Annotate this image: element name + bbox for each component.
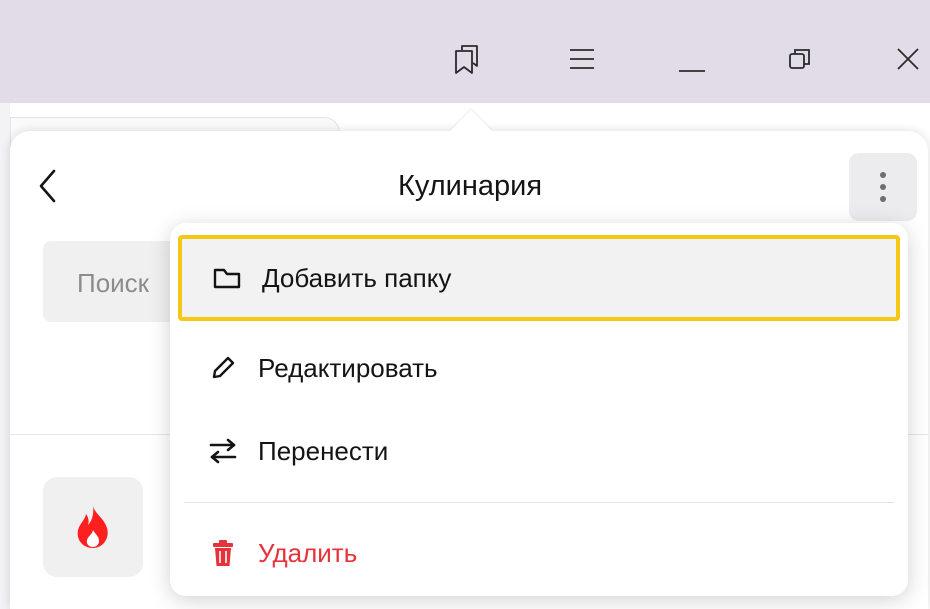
window-titlebar — [0, 0, 930, 103]
menu-item-add-folder[interactable]: Добавить папку — [178, 235, 900, 321]
page-title: Кулинария — [397, 170, 543, 202]
minimize-icon[interactable] — [672, 35, 712, 83]
menu-icon[interactable] — [562, 35, 602, 83]
fire-icon — [77, 506, 108, 548]
menu-divider — [184, 502, 894, 503]
restore-icon[interactable] — [780, 35, 820, 83]
folder-icon — [202, 266, 252, 290]
more-options-button[interactable] — [849, 153, 917, 221]
background-edge — [0, 103, 10, 609]
bookmarks-icon[interactable] — [447, 35, 487, 83]
menu-item-label: Перенести — [258, 435, 389, 466]
menu-item-label: Добавить папку — [262, 262, 452, 293]
menu-item-label: Удалить — [258, 537, 358, 568]
menu-item-label: Редактировать — [258, 352, 438, 383]
bookmark-tile[interactable] — [43, 477, 143, 577]
menu-item-delete[interactable]: Удалить — [178, 510, 900, 596]
back-button[interactable] — [28, 164, 68, 208]
menu-item-move[interactable]: Перенести — [178, 408, 900, 494]
menu-item-edit[interactable]: Редактировать — [178, 325, 900, 411]
more-vertical-icon — [880, 172, 886, 202]
search-placeholder: Поиск — [77, 268, 150, 298]
close-icon[interactable] — [888, 35, 928, 83]
swap-arrows-icon — [198, 438, 248, 464]
pencil-icon — [198, 355, 248, 381]
context-menu: Добавить папку Редактировать Перенести У… — [170, 223, 908, 596]
trash-icon — [198, 539, 248, 567]
